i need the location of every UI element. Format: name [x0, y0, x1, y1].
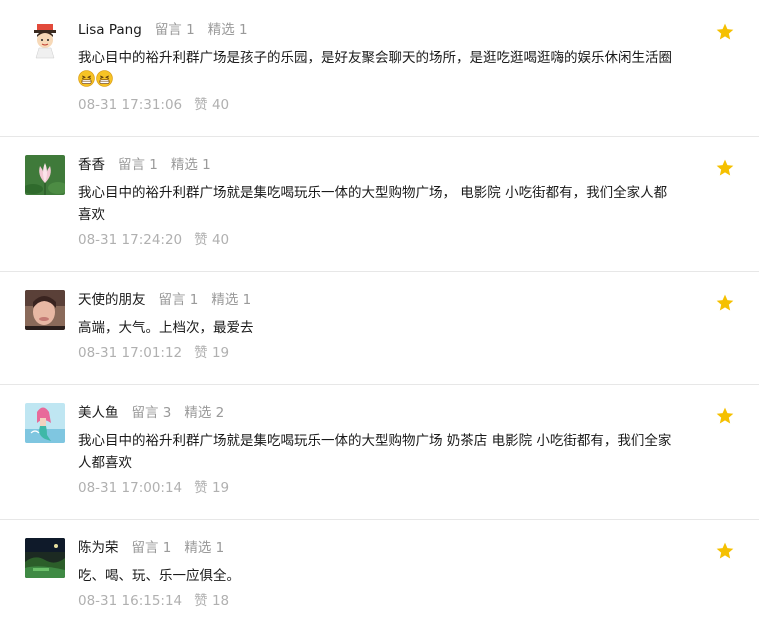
comment-text: 我心目中的裕升利群广场是孩子的乐园，是好友聚会聊天的场所，是逛吃逛喝逛嗨的娱乐休… [78, 50, 672, 66]
portrait-photo-avatar[interactable] [25, 290, 65, 330]
featured-count: 精选 1 [207, 22, 248, 38]
grin-emoji-icon [78, 70, 95, 87]
featured-count: 精选 1 [170, 157, 211, 173]
user-name[interactable]: 天使的朋友 [78, 292, 146, 308]
comment-text: 我心目中的裕升利群广场就是集吃喝玩乐一体的大型购物广场 奶茶店 电影院 小吃街都… [78, 433, 672, 471]
comment-text-block: 我心目中的裕升利群广场是孩子的乐园，是好友聚会聊天的场所，是逛吃逛喝逛嗨的娱乐休… [78, 47, 678, 91]
like-count: 赞 40 [194, 232, 230, 248]
comment-time: 08-31 17:24:20 [78, 232, 183, 248]
star-icon[interactable] [715, 541, 735, 561]
mermaid-avatar[interactable] [25, 403, 65, 443]
reply-count: 留言 1 [131, 540, 172, 556]
comment-meta: 天使的朋友 留言 1 精选 1 [78, 289, 251, 311]
comment-item: Lisa Pang 留言 1 精选 1 我心目中的裕升利群广场是孩子的乐园，是好友聚… [0, 0, 759, 137]
comment-text: 高端，大气。上档次，最爱去 [78, 320, 254, 336]
user-name[interactable]: 陈为荣 [78, 540, 119, 556]
comment-footer: 08-31 17:31:06 赞 40 [78, 95, 229, 115]
star-icon[interactable] [715, 293, 735, 313]
comment-meta: 陈为荣 留言 1 精选 1 [78, 537, 224, 559]
like-count: 赞 19 [194, 345, 230, 361]
cartoon-girl-avatar[interactable] [25, 20, 65, 60]
comment-item: 陈为荣 留言 1 精选 1 吃、喝、玩、乐一应俱全。 08-31 16:15:14 赞… [0, 520, 759, 634]
star-icon[interactable] [715, 22, 735, 42]
comment-time: 08-31 17:01:12 [78, 345, 183, 361]
reply-count: 留言 3 [131, 405, 172, 421]
comment-meta: Lisa Pang 留言 1 精选 1 [78, 19, 248, 41]
like-count: 赞 18 [194, 593, 230, 609]
star-icon[interactable] [715, 406, 735, 426]
like-count: 赞 40 [194, 97, 230, 113]
reply-count: 留言 1 [158, 292, 199, 308]
grin-emoji-icon [96, 70, 113, 87]
comment-footer: 08-31 17:24:20 赞 40 [78, 230, 229, 250]
like-count: 赞 19 [194, 480, 230, 496]
user-name[interactable]: 美人鱼 [78, 405, 119, 421]
comment-item: 天使的朋友 留言 1 精选 1 高端，大气。上档次，最爱去 08-31 17:01:… [0, 272, 759, 385]
reply-count: 留言 1 [154, 22, 195, 38]
comment-meta: 美人鱼 留言 3 精选 2 [78, 402, 224, 424]
star-icon[interactable] [715, 158, 735, 178]
comment-item: 香香 留言 1 精选 1 我心目中的裕升利群广场就是集吃喝玩乐一体的大型购物广场， … [0, 137, 759, 272]
comment-text: 吃、喝、玩、乐一应俱全。 [78, 568, 240, 584]
comment-footer: 08-31 17:00:14 赞 19 [78, 478, 229, 498]
featured-count: 精选 1 [184, 540, 225, 556]
comment-time: 08-31 17:31:06 [78, 97, 183, 113]
user-name[interactable]: Lisa Pang [78, 22, 142, 38]
comment-footer: 08-31 16:15:14 赞 18 [78, 591, 229, 611]
comment-meta: 香香 留言 1 精选 1 [78, 154, 211, 176]
reply-count: 留言 1 [118, 157, 158, 173]
comment-time: 08-31 16:15:14 [78, 593, 183, 609]
comment-time: 08-31 17:00:14 [78, 480, 183, 496]
comment-item: 美人鱼 留言 3 精选 2 我心目中的裕升利群广场就是集吃喝玩乐一体的大型购物广场 … [0, 385, 759, 520]
featured-count: 精选 1 [211, 292, 252, 308]
lotus-avatar[interactable] [25, 155, 65, 195]
comment-footer: 08-31 17:01:12 赞 19 [78, 343, 229, 363]
dark-scenery-avatar[interactable] [25, 538, 65, 578]
featured-count: 精选 2 [184, 405, 225, 421]
comment-list: Lisa Pang 留言 1 精选 1 我心目中的裕升利群广场是孩子的乐园，是好友聚… [0, 0, 759, 634]
comment-text: 我心目中的裕升利群广场就是集吃喝玩乐一体的大型购物广场， 电影院 小吃街都有，我… [78, 185, 668, 223]
user-name[interactable]: 香香 [78, 157, 105, 173]
